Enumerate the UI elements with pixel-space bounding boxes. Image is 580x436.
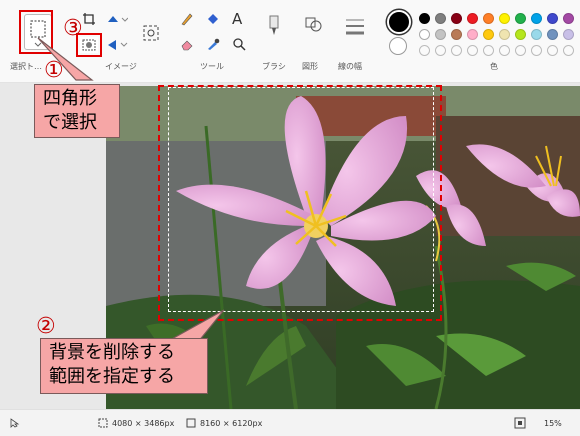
- cursor-icon: [10, 418, 20, 428]
- color-swatch[interactable]: [531, 29, 542, 40]
- color-swatch[interactable]: [483, 13, 494, 24]
- color-swatch[interactable]: [419, 13, 430, 24]
- step1-callout-line1: 四角形: [43, 88, 97, 109]
- color-swatch[interactable]: [419, 29, 430, 40]
- tools-group-label: ツール: [200, 62, 224, 71]
- empty-color-slot[interactable]: [451, 45, 462, 56]
- color-swatch[interactable]: [563, 13, 574, 24]
- shapes-group-label: 図形: [302, 62, 318, 71]
- step2-callout: 背景を削除する 範囲を指定する: [40, 338, 208, 394]
- empty-color-slot[interactable]: [467, 45, 478, 56]
- fit-to-window-icon[interactable]: [514, 417, 526, 429]
- step2-highlight-box: [158, 85, 442, 321]
- step2-number: ②: [36, 314, 56, 339]
- color-swatch[interactable]: [563, 29, 574, 40]
- shapes-icon[interactable]: [304, 14, 322, 40]
- step1-callout: 四角形 で選択: [34, 84, 120, 138]
- brush-group-label: ブラシ: [262, 62, 286, 71]
- line-width-group-label: 線の幅: [338, 62, 362, 71]
- fill-bucket-icon[interactable]: [206, 12, 220, 26]
- empty-color-slot[interactable]: [547, 45, 558, 56]
- step1-callout-line2: で選択: [43, 112, 97, 133]
- color-swatch[interactable]: [547, 13, 558, 24]
- brush-icon[interactable]: [266, 14, 282, 40]
- crop-icon[interactable]: [82, 12, 96, 26]
- selection-size: 4080 × 3486px: [112, 419, 175, 428]
- eraser-icon[interactable]: [180, 37, 194, 51]
- pencil-icon[interactable]: [180, 12, 194, 26]
- color-swatch[interactable]: [531, 13, 542, 24]
- step2-callout-line2: 範囲を指定する: [49, 366, 175, 387]
- primary-color[interactable]: [387, 10, 411, 34]
- step2-callout-line1: 背景を削除する: [49, 342, 175, 363]
- image-group-label: イメージ: [105, 62, 137, 71]
- colors-group-label: 色: [490, 62, 498, 71]
- empty-color-slot[interactable]: [419, 45, 430, 56]
- color-swatch[interactable]: [499, 29, 510, 40]
- color-swatch[interactable]: [547, 29, 558, 40]
- color-swatch[interactable]: [451, 13, 462, 24]
- magnifier-icon[interactable]: [232, 37, 246, 51]
- color-swatch[interactable]: [467, 29, 478, 40]
- color-picker-icon[interactable]: [206, 37, 220, 51]
- empty-color-slot[interactable]: [499, 45, 510, 56]
- image-size: 8160 × 6120px: [200, 419, 263, 428]
- image-properties-icon[interactable]: [142, 24, 160, 42]
- text-tool-icon[interactable]: A: [232, 10, 242, 28]
- rotate-icon[interactable]: [106, 38, 128, 52]
- empty-color-slot[interactable]: [563, 45, 574, 56]
- color-swatch[interactable]: [467, 13, 478, 24]
- step3-number: ③: [63, 16, 83, 41]
- color-swatch[interactable]: [435, 13, 446, 24]
- empty-color-slot[interactable]: [483, 45, 494, 56]
- empty-color-slot[interactable]: [435, 45, 446, 56]
- resize-icon[interactable]: [106, 12, 128, 26]
- selection-size-icon: [98, 418, 108, 428]
- color-swatch[interactable]: [451, 29, 462, 40]
- color-swatch[interactable]: [515, 13, 526, 24]
- color-swatch[interactable]: [483, 29, 494, 40]
- color-swatch[interactable]: [435, 29, 446, 40]
- line-width-icon[interactable]: [344, 14, 366, 40]
- color-swatch[interactable]: [499, 13, 510, 24]
- secondary-color[interactable]: [389, 37, 407, 55]
- image-size-icon: [186, 418, 196, 428]
- status-bar: 4080 × 3486px 8160 × 6120px 15%: [0, 409, 580, 436]
- zoom-level[interactable]: 15%: [544, 419, 562, 428]
- color-swatch[interactable]: [515, 29, 526, 40]
- empty-color-slot[interactable]: [515, 45, 526, 56]
- empty-color-slot[interactable]: [531, 45, 542, 56]
